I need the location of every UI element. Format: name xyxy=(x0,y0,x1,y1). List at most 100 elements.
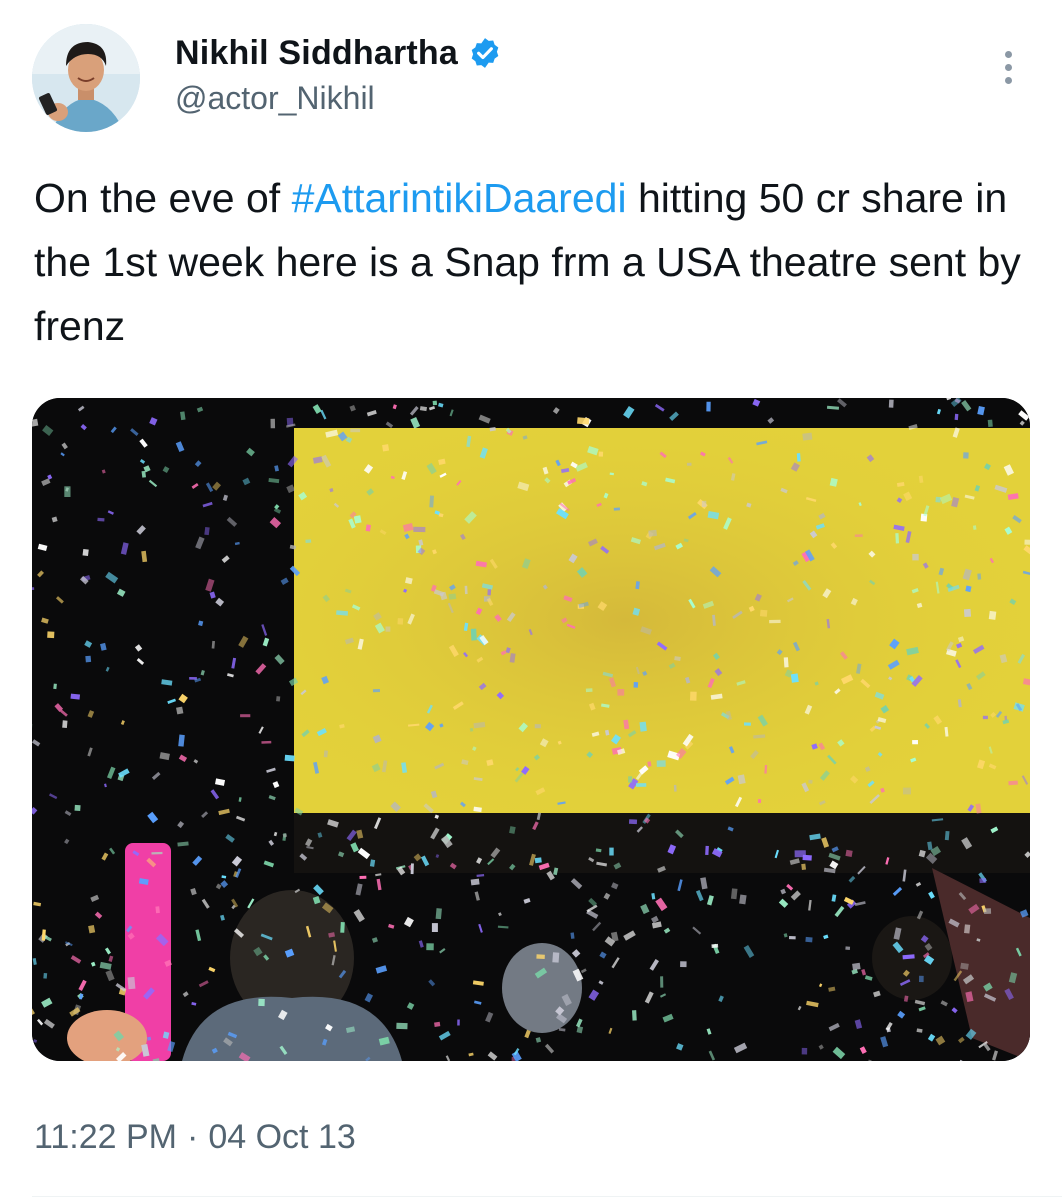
confetti-piece xyxy=(47,631,55,639)
confetti-piece xyxy=(983,908,992,914)
confetti-piece xyxy=(464,585,468,595)
tweet-media[interactable] xyxy=(32,398,1030,1061)
confetti-piece xyxy=(660,976,664,988)
confetti-piece xyxy=(888,399,894,408)
confetti-piece xyxy=(730,888,738,900)
confetti-piece xyxy=(1024,539,1030,545)
confetti-piece xyxy=(903,787,911,795)
confetti-piece xyxy=(82,549,89,557)
confetti-piece xyxy=(852,962,861,971)
tweet-timestamp[interactable]: 11:22 PM · 04 Oct 13 xyxy=(34,1118,356,1157)
confetti-piece xyxy=(743,722,751,726)
confetti-piece xyxy=(598,451,604,457)
confetti-piece xyxy=(977,573,982,580)
confetti-piece xyxy=(673,784,677,792)
confetti-piece xyxy=(801,863,807,870)
confetti-piece xyxy=(457,1019,460,1026)
confetti-piece xyxy=(176,706,184,715)
confetti-piece xyxy=(628,819,638,825)
avatar[interactable] xyxy=(32,24,140,132)
confetti-piece xyxy=(686,462,692,466)
confetti-piece xyxy=(410,863,414,875)
more-dot-icon xyxy=(1004,50,1012,58)
author-name-row[interactable]: Nikhil Siddhartha xyxy=(175,30,502,76)
confetti-piece xyxy=(609,847,614,856)
confetti-piece xyxy=(434,1021,441,1027)
confetti-piece xyxy=(912,553,919,561)
theatre-photo xyxy=(32,398,1030,1061)
more-dot-icon xyxy=(1004,63,1012,71)
confetti-piece xyxy=(912,740,918,745)
confetti-piece xyxy=(895,533,900,544)
hashtag-link[interactable]: #AttarintikiDaaredi xyxy=(292,175,627,221)
confetti-piece xyxy=(127,976,136,990)
confetti-piece xyxy=(536,954,545,960)
confetti-piece xyxy=(577,417,590,425)
confetti-piece xyxy=(788,935,796,940)
confetti-piece xyxy=(74,804,81,811)
confetti-piece xyxy=(706,401,711,412)
confetti-piece xyxy=(32,587,35,591)
confetti-piece xyxy=(808,779,813,784)
tweet-time[interactable]: 11:22 PM xyxy=(34,1118,177,1157)
confetti-piece xyxy=(382,444,390,452)
confetti-piece xyxy=(759,609,768,617)
confetti-piece xyxy=(432,400,438,406)
confetti-piece xyxy=(270,418,276,429)
confetti-piece xyxy=(396,1022,408,1030)
confetti-piece xyxy=(64,486,71,498)
author-handle[interactable]: @actor_Nikhil xyxy=(175,80,375,117)
confetti-piece xyxy=(613,507,621,511)
confetti-piece xyxy=(204,526,210,536)
confetti-piece xyxy=(585,688,593,693)
confetti-piece xyxy=(240,714,251,718)
confetti-piece xyxy=(284,754,295,762)
confetti-piece xyxy=(147,1036,152,1041)
confetti-piece xyxy=(802,432,813,441)
more-dot-icon xyxy=(1004,76,1012,84)
confetti-piece xyxy=(276,696,281,702)
confetti-piece xyxy=(487,589,492,596)
confetti-piece xyxy=(972,525,977,530)
confetti-piece xyxy=(429,495,434,508)
confetti-piece xyxy=(632,1010,637,1021)
confetti-piece xyxy=(431,923,438,932)
confetti-piece xyxy=(413,526,426,533)
confetti-piece xyxy=(70,693,81,700)
confetti-piece xyxy=(656,760,666,767)
tweet-date[interactable]: 04 Oct 13 xyxy=(208,1118,355,1157)
author-display-name[interactable]: Nikhil Siddhartha xyxy=(175,34,458,73)
confetti-piece xyxy=(151,851,163,855)
confetti-piece xyxy=(340,921,345,933)
confetti-piece xyxy=(944,830,950,841)
confetti-piece xyxy=(85,655,92,663)
confetti-piece xyxy=(350,428,361,433)
confetti-piece xyxy=(769,619,781,624)
confetti-piece xyxy=(987,419,993,427)
confetti-piece xyxy=(141,470,146,478)
confetti-piece xyxy=(258,998,265,1007)
confetti-piece xyxy=(739,894,747,905)
confetti-piece xyxy=(552,952,560,963)
confetti-piece xyxy=(963,452,969,459)
confetti-piece xyxy=(790,673,799,683)
confetti-piece xyxy=(448,593,457,600)
divider xyxy=(32,1196,1062,1197)
confetti-piece xyxy=(628,776,633,783)
verified-badge-icon xyxy=(471,38,499,68)
confetti-piece xyxy=(470,628,477,641)
confetti-piece xyxy=(680,961,687,968)
confetti-piece xyxy=(845,849,853,858)
confetti-piece xyxy=(385,626,391,632)
confetti-piece xyxy=(963,608,972,618)
confetti-piece xyxy=(426,943,434,951)
confetti-piece xyxy=(372,689,381,693)
confetti-piece xyxy=(711,943,719,948)
confetti-piece xyxy=(62,720,68,728)
confetti-piece xyxy=(1008,780,1018,786)
timestamp-separator: · xyxy=(187,1118,199,1156)
more-options-button[interactable] xyxy=(990,44,1026,90)
confetti-piece xyxy=(617,689,625,696)
confetti-piece xyxy=(534,857,542,864)
confetti-piece xyxy=(261,740,272,744)
